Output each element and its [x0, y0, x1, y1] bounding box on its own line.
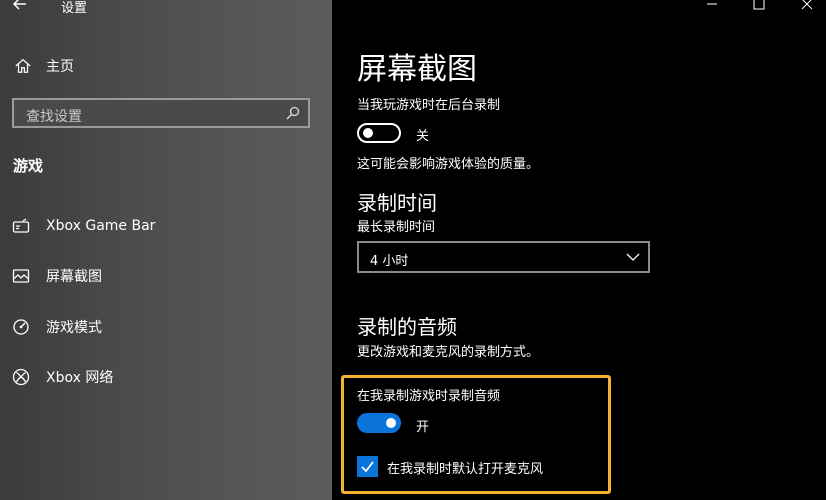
home-icon [15, 58, 31, 73]
game-mode-icon [13, 319, 29, 335]
record-audio-label: 在我录制游戏时录制音频 [357, 389, 501, 404]
search-icon[interactable] [286, 106, 300, 120]
sidebar: 设置 主页 查找设置 游戏 Xbox Game Bar 屏幕截图 游戏模式 Xb… [0, 0, 332, 500]
sidebar-item-label: Xbox 网络 [46, 370, 114, 386]
chevron-down-icon [626, 253, 640, 261]
record-time-heading: 录制时间 [357, 191, 437, 215]
page-title: 屏幕截图 [357, 52, 477, 87]
content-pane: 屏幕截图 当我玩游戏时在后台录制 关 这可能会影响游戏体验的质量。 录制时间 最… [332, 0, 826, 500]
record-audio-state: 开 [416, 420, 430, 435]
app-title: 设置 [61, 1, 88, 16]
mic-default-label[interactable]: 在我录制时默认打开麦克风 [387, 458, 543, 477]
sidebar-item-game-mode[interactable]: 游戏模式 [12, 316, 102, 338]
background-record-state: 关 [416, 129, 430, 144]
sidebar-item-label: 屏幕截图 [46, 269, 102, 285]
sidebar-item-captures[interactable]: 屏幕截图 [12, 265, 102, 287]
xbox-icon [12, 368, 30, 386]
max-record-time-label: 最长录制时间 [357, 220, 436, 235]
sidebar-item-xbox-game-bar[interactable]: Xbox Game Bar [12, 215, 155, 237]
audio-description: 更改游戏和麦克风的录制方式。 [357, 345, 540, 360]
checkmark-icon [361, 461, 374, 473]
captures-icon [12, 269, 30, 283]
sidebar-item-label: Xbox Game Bar [46, 218, 156, 234]
game-bar-icon [12, 218, 30, 233]
background-record-note: 这可能会影响游戏体验的质量。 [357, 157, 540, 172]
dropdown-selected-value: 4 小时 [370, 254, 409, 269]
toggle-knob [386, 418, 396, 428]
section-title: 游戏 [13, 157, 44, 175]
sidebar-item-label: 游戏模式 [46, 320, 102, 336]
max-record-time-dropdown[interactable]: 4 小时 [357, 241, 650, 273]
audio-heading: 录制的音频 [357, 315, 457, 339]
nav-home-label: 主页 [46, 59, 74, 75]
background-record-label: 当我玩游戏时在后台录制 [357, 98, 501, 113]
mic-default-checkbox[interactable] [357, 456, 378, 477]
search-input[interactable]: 查找设置 [12, 98, 310, 128]
toggle-knob [363, 128, 373, 138]
search-placeholder: 查找设置 [26, 109, 82, 125]
back-arrow-icon[interactable] [10, 0, 30, 14]
sidebar-item-xbox-network[interactable]: Xbox 网络 [12, 366, 113, 388]
background-record-toggle[interactable] [357, 123, 401, 143]
record-audio-toggle[interactable] [357, 413, 401, 433]
nav-home[interactable]: 主页 [14, 54, 74, 78]
